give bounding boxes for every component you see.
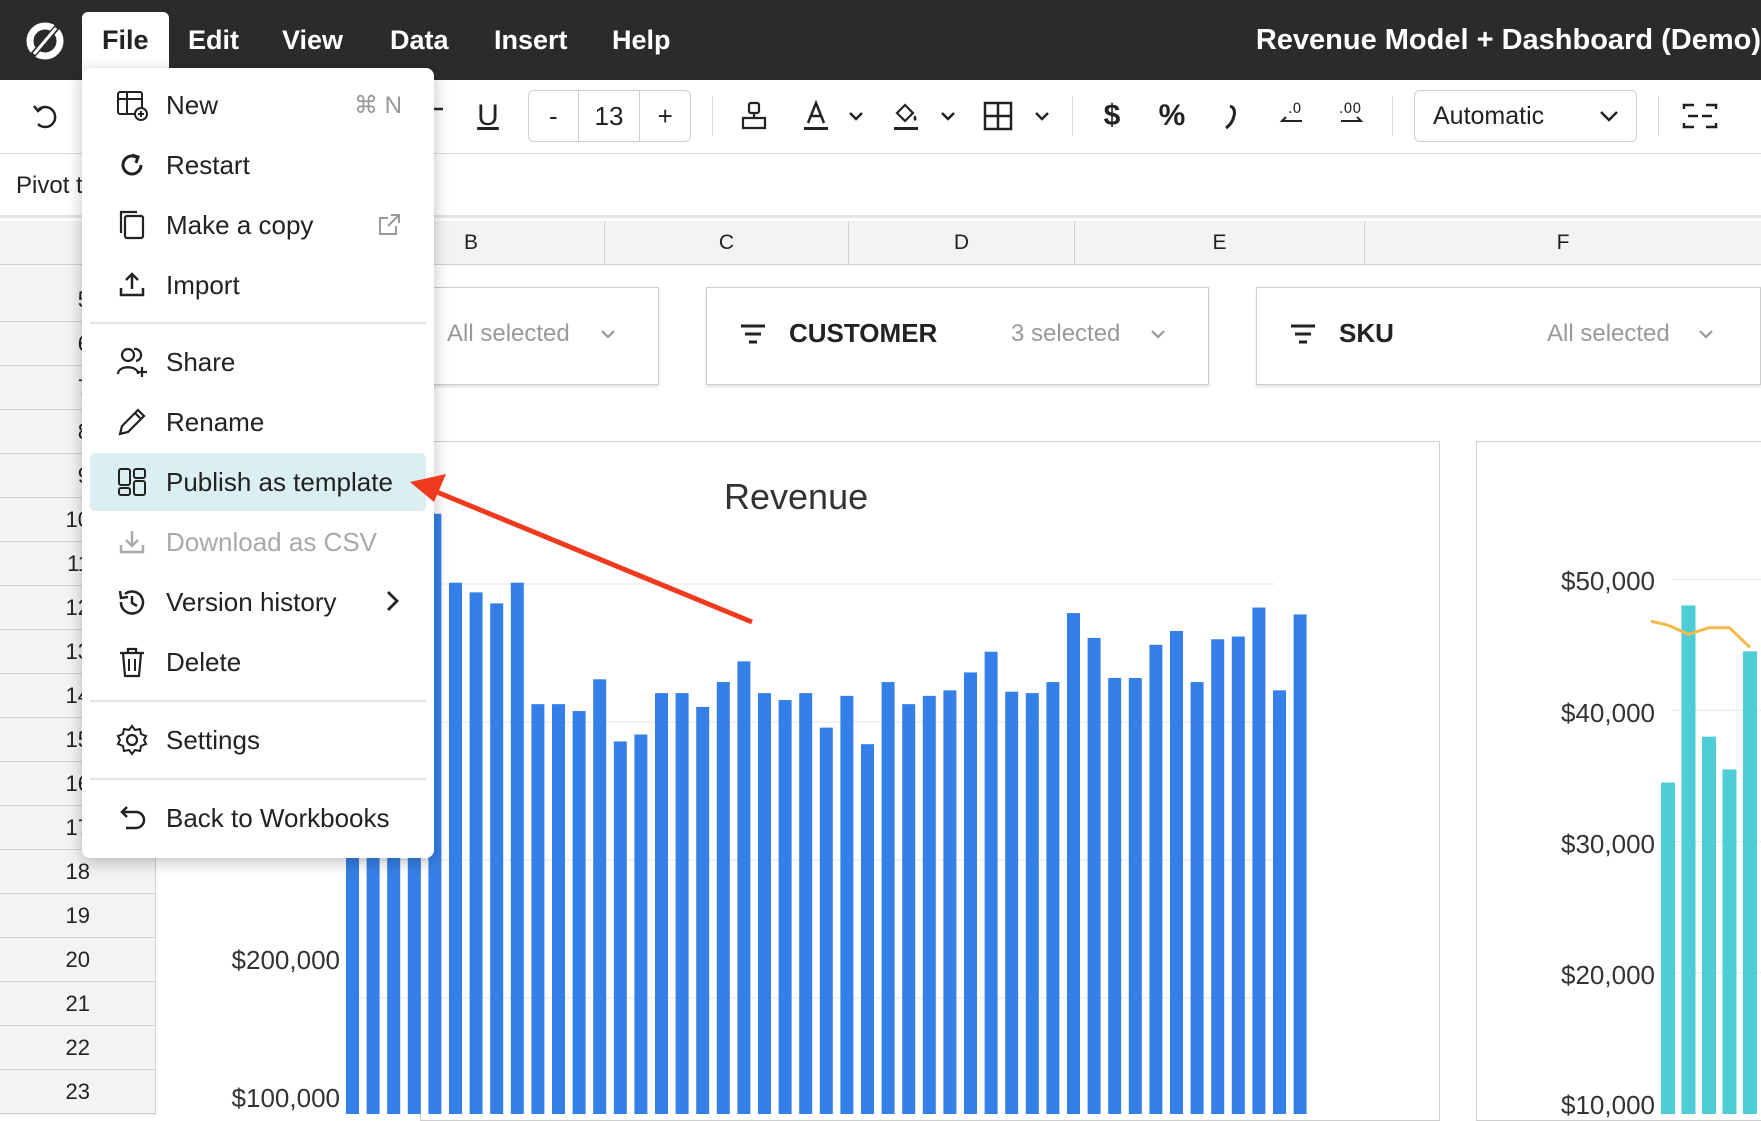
- restart-icon: [112, 145, 152, 185]
- download-icon: [112, 522, 152, 562]
- menu-item-settings[interactable]: Settings: [90, 711, 426, 769]
- menu-item-share-label: Share: [166, 346, 236, 377]
- file-menu-dropdown: New ⌘ N Restart Make a copy Import Share…: [82, 68, 434, 858]
- menu-item-restart[interactable]: Restart: [90, 136, 426, 194]
- second-chart-bar: [1661, 782, 1675, 1114]
- menu-item-delete-label: Delete: [166, 646, 242, 677]
- external-link-icon: [379, 214, 400, 235]
- import-icon: [112, 265, 152, 305]
- menu-item-back-to-workbooks[interactable]: Back to Workbooks: [90, 789, 426, 847]
- menu-item-new[interactable]: New ⌘ N: [90, 76, 426, 134]
- template-icon: [112, 462, 152, 502]
- menu-item-make-copy[interactable]: Make a copy: [90, 196, 426, 254]
- menu-item-download-csv[interactable]: Download as CSV: [90, 513, 426, 571]
- second-chart-bar: [1722, 769, 1737, 1114]
- trash-icon: [112, 642, 152, 682]
- menu-item-import-label: Import: [166, 269, 240, 300]
- share-user-icon: [112, 342, 152, 382]
- menu-item-download-csv-label: Download as CSV: [166, 526, 377, 557]
- second-chart-bar: [1743, 651, 1757, 1114]
- new-shortcut: ⌘ N: [354, 91, 402, 119]
- new-sheet-icon: [112, 85, 152, 125]
- menu-item-share[interactable]: Share: [90, 333, 426, 391]
- chevron-right-icon: [387, 591, 399, 611]
- history-icon: [112, 582, 152, 622]
- second-chart-bar: [1681, 605, 1696, 1114]
- menu-item-rename[interactable]: Rename: [90, 393, 426, 451]
- copy-icon: [112, 205, 152, 245]
- menu-item-restart-label: Restart: [166, 149, 250, 180]
- menu-item-new-label: New: [166, 89, 219, 120]
- menu-item-delete[interactable]: Delete: [90, 633, 426, 691]
- pencil-icon: [112, 402, 152, 442]
- second-chart-bar: [1702, 736, 1716, 1114]
- back-icon: [112, 798, 152, 838]
- menu-item-publish-template-label: Publish as template: [166, 466, 393, 497]
- menu-item-version-history-label: Version history: [166, 586, 337, 617]
- menu-item-settings-label: Settings: [166, 724, 260, 755]
- menu-item-publish-template[interactable]: Publish as template: [90, 453, 426, 511]
- second-chart-line: [1650, 619, 1752, 649]
- menu-item-back-to-workbooks-label: Back to Workbooks: [166, 802, 390, 833]
- menu-item-rename-label: Rename: [166, 406, 265, 437]
- menu-item-import[interactable]: Import: [90, 256, 426, 314]
- menu-item-version-history[interactable]: Version history: [90, 573, 426, 631]
- menu-item-make-copy-label: Make a copy: [166, 209, 314, 240]
- gear-icon: [112, 720, 152, 760]
